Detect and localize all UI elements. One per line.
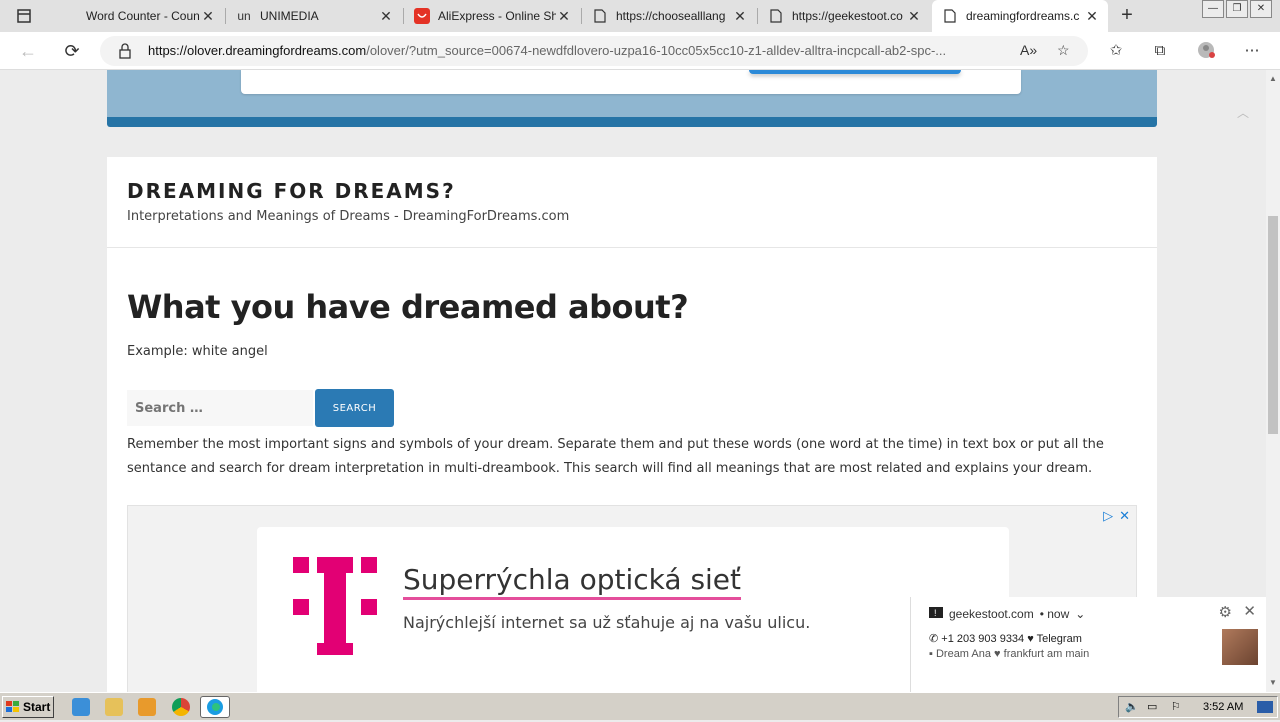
close-icon[interactable]: ✕ [1243,602,1256,620]
show-desktop-icon[interactable] [1257,701,1273,713]
search-input[interactable] [127,390,313,426]
telekom-logo-icon [293,557,377,655]
hero-banner [107,70,1157,127]
collections-icon[interactable]: ⧉ [1150,41,1170,61]
scroll-up-chevron-icon[interactable]: ︿ [1237,104,1249,121]
profile-avatar[interactable] [1196,41,1216,61]
chrome-icon[interactable] [172,698,190,716]
tab-aliexpress[interactable]: AliExpress - Online Sh ✕ [404,0,580,32]
navigation-bar: ← ⟳ https://olover.dreamingfordreams.com… [0,32,1280,70]
taskbar: Start 🔈 ▭ ⚐ 3:52 AM [0,692,1280,720]
edge-icon [207,699,223,715]
tab-strip: Word Counter - Count ✕ un UNIMEDIA ✕ Ali… [0,0,1280,32]
main-section: What you have dreamed about? Example: wh… [107,248,1157,481]
windows-logo-icon [6,701,19,712]
search-form: SEARCH [127,389,1137,427]
ad-subline: Najrýchlejší internet sa už sťahuje aj n… [403,613,811,632]
read-aloud-icon[interactable]: A» [1020,42,1037,58]
instructions-text: Remember the most important signs and sy… [127,437,1104,476]
notification-line1: ✆ +1 203 903 9334 ♥ Telegram [929,633,1082,645]
tab-choosealllang[interactable]: https://choosealllang ✕ [582,0,756,32]
hero-button[interactable] [749,70,961,74]
notification-source: geekestoot.com [949,607,1034,621]
back-button[interactable]: ← [16,39,40,63]
vertical-scrollbar[interactable]: ▲ ▼ [1266,70,1280,692]
close-tab-icon[interactable]: ✕ [732,8,748,25]
scroll-down-arrow-icon[interactable]: ▼ [1269,678,1277,687]
add-favorite-icon[interactable]: ☆ [1057,42,1070,59]
page-icon [592,8,608,24]
clock: 3:52 AM [1203,701,1244,713]
ad-headline: Superrýchla optická sieť [403,563,742,600]
scroll-up-arrow-icon[interactable]: ▲ [1269,74,1277,83]
volume-icon[interactable]: 🔈 [1125,700,1139,713]
flag-icon[interactable]: ⚐ [1171,700,1181,713]
address-bar[interactable]: https://olover.dreamingfordreams.com/olo… [100,36,1088,66]
notification-alert-icon: ! [929,607,943,618]
page-icon [942,8,958,24]
new-tab-button[interactable]: + [1116,4,1138,28]
close-tab-icon[interactable]: ✕ [556,8,572,25]
network-icon[interactable]: ▭ [1147,700,1157,713]
tab-word-counter[interactable]: Word Counter - Count ✕ [52,0,224,32]
edge-taskbar-button[interactable] [200,696,230,718]
system-tray: 🔈 ▭ ⚐ 3:52 AM [1118,696,1278,718]
start-button[interactable]: Start [2,696,54,718]
favorites-icon[interactable]: ✩ [1106,41,1126,61]
ie-icon[interactable] [72,698,90,716]
ad-card[interactable]: Superrýchla optická sieť Najrýchlejší in… [257,527,1009,692]
aliexpress-icon [414,8,430,24]
notification-header: ! geekestoot.com • now ⌄ [929,607,1085,621]
site-title[interactable]: DREAMING FOR DREAMS? [127,179,1137,203]
close-tab-icon[interactable]: ✕ [906,8,922,25]
tab-geekestoot[interactable]: https://geekestoot.co ✕ [758,0,930,32]
gear-icon[interactable]: ⚙ [1219,603,1232,621]
chevron-down-icon[interactable]: ⌄ [1075,607,1085,621]
restore-button[interactable]: ❐ [1226,0,1248,18]
more-menu-icon[interactable]: ⋯ [1242,41,1262,61]
unimedia-icon: un [237,9,251,23]
refresh-button[interactable]: ⟳ [60,39,84,63]
url-text: https://olover.dreamingfordreams.com/olo… [148,43,947,58]
close-window-button[interactable]: ✕ [1250,0,1272,18]
notification-time: • now [1039,607,1070,621]
svg-text:!: ! [934,608,937,618]
window-controls: — ❐ ✕ [1202,0,1272,18]
search-button[interactable]: SEARCH [315,389,394,427]
site-header: DREAMING FOR DREAMS? Interpretations and… [107,157,1157,248]
ad-choices[interactable]: ▷ ✕ [1103,508,1130,524]
notification-line2: ▪ Dream Ana ♥ frankfurt am main [929,648,1090,660]
folder-icon[interactable] [105,698,123,716]
ad-choices-icon[interactable]: ▷ [1103,508,1113,524]
page-title: What you have dreamed about? [127,288,689,326]
notification-image [1222,629,1258,665]
close-tab-icon[interactable]: ✕ [1084,8,1100,25]
push-notification[interactable]: ! geekestoot.com • now ⌄ ✆ +1 203 903 93… [910,597,1266,692]
phone-icon: ✆ [929,633,942,645]
tab-actions-icon [17,9,31,23]
example-text: Example: white angel [127,344,268,359]
media-player-icon[interactable] [138,698,156,716]
page-icon [768,8,784,24]
document-icon [62,8,78,24]
lock-icon [119,43,131,59]
scrollbar-thumb[interactable] [1268,216,1278,434]
site-description: Interpretations and Meanings of Dreams -… [127,209,570,224]
close-tab-icon[interactable]: ✕ [200,8,216,25]
tab-dreamingfordreams[interactable]: dreamingfordreams.c ✕ [932,0,1108,32]
hero-card [241,70,1021,94]
tab-actions-button[interactable] [8,5,40,27]
tab-unimedia[interactable]: un UNIMEDIA ✕ [226,0,402,32]
chat-icon: ▪ [929,648,936,660]
page-viewport: ︿ DREAMING FOR DREAMS? Interpretations a… [0,70,1266,692]
minimize-button[interactable]: — [1202,0,1224,18]
ad-close-icon[interactable]: ✕ [1119,508,1130,524]
close-tab-icon[interactable]: ✕ [378,8,394,25]
